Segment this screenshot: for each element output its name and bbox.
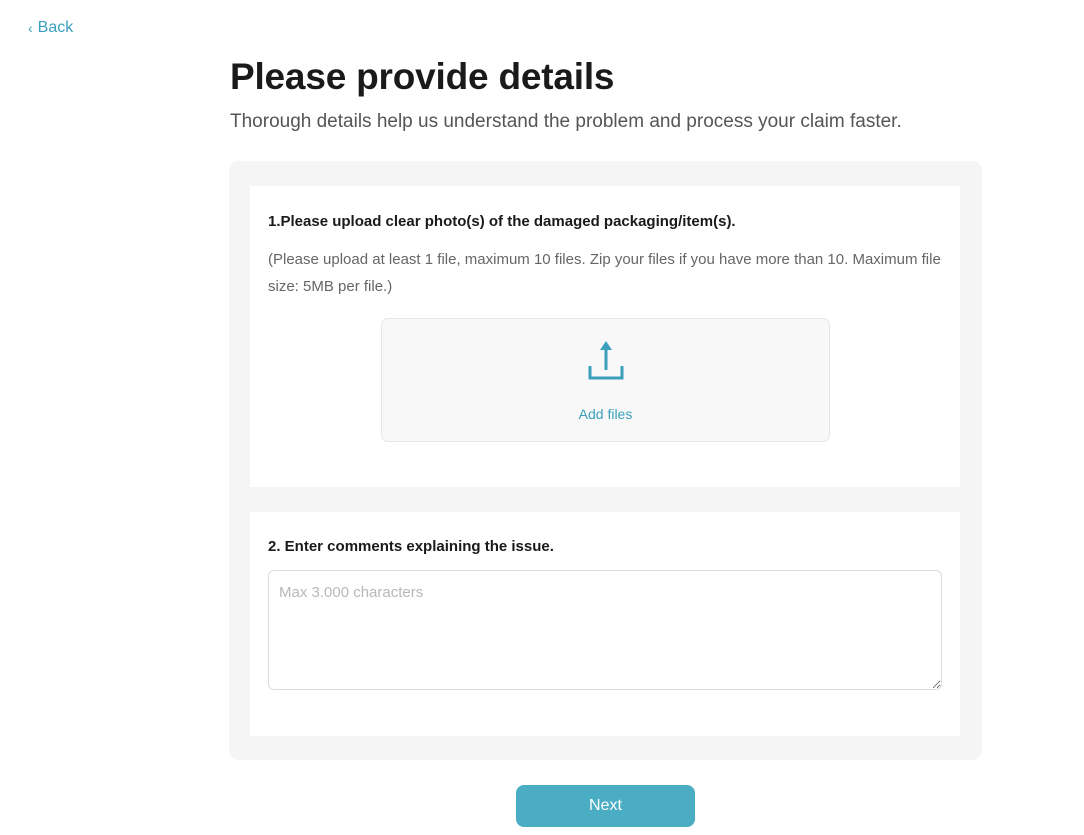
back-link[interactable]: ‹ Back [28, 19, 73, 37]
chevron-left-icon: ‹ [28, 20, 33, 36]
page-title: Please provide details [230, 56, 615, 97]
comments-heading: 2. Enter comments explaining the issue. [268, 538, 554, 555]
next-button[interactable]: Next [516, 785, 695, 827]
upload-hint: (Please upload at least 1 file, maximum … [268, 251, 941, 295]
file-dropzone[interactable]: Add files [381, 318, 830, 442]
claim-details-panel: 1.Please upload clear photo(s) of the da… [229, 161, 982, 760]
back-label: Back [37, 19, 74, 36]
upload-heading: 1.Please upload clear photo(s) of the da… [268, 213, 736, 230]
upload-icon [588, 341, 624, 380]
comments-card: 2. Enter comments explaining the issue. [250, 512, 960, 736]
comments-textarea[interactable] [268, 570, 942, 690]
add-files-label: Add files [578, 406, 633, 422]
upload-photos-card: 1.Please upload clear photo(s) of the da… [250, 186, 960, 487]
page-subtitle: Thorough details help us understand the … [230, 111, 902, 132]
